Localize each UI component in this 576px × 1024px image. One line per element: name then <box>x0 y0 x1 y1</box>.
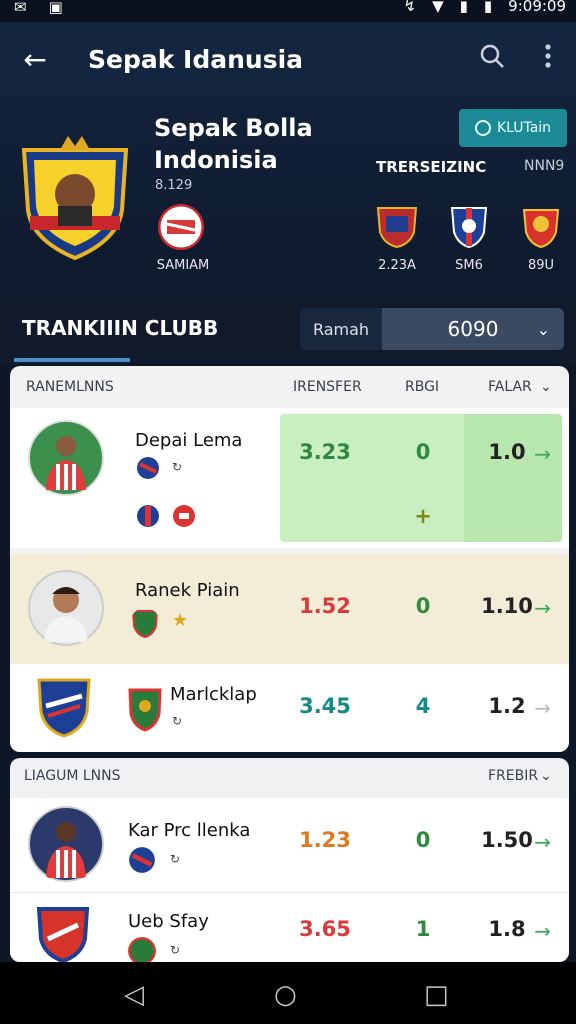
avatar <box>28 570 104 646</box>
club-badge-icon <box>158 204 204 250</box>
rebi-value: 1 <box>415 917 431 941</box>
arrow-right-icon[interactable]: → <box>534 919 551 943</box>
small-icon: ↻ <box>172 714 183 728</box>
status-time: 9:09:09 <box>508 0 566 15</box>
club-badge-icon <box>137 457 159 479</box>
app-screen: ✉ ▣ ↯ ▼ ▮ ▮ 9:09:09 ← Sepak Idanusia Sep… <box>0 0 576 1024</box>
table-row[interactable]: Depai Lema ↻ 3.23 0 1.0 → + <box>10 408 569 548</box>
arrow-right-icon[interactable]: → <box>534 442 551 466</box>
transfer-value: 1.23 <box>299 828 351 852</box>
mail-icon: ✉ <box>14 0 27 16</box>
trend-club-label: SM6 <box>455 258 483 273</box>
trend-club-badge-icon <box>450 207 488 248</box>
club-badge-icon <box>137 505 159 527</box>
player-name: Depai Lema <box>135 430 243 451</box>
nav-home-icon[interactable]: ○ <box>274 980 297 1010</box>
chevron-down-icon: ⌄ <box>536 319 550 339</box>
chevron-down-icon[interactable]: ⌄ <box>540 379 552 395</box>
ranking-card: RANEMLNNS IRENSFER RBGI FALAR ⌄ Depai Le… <box>10 366 569 752</box>
photo-icon: ▣ <box>48 0 63 16</box>
club-badge-icon <box>128 937 156 962</box>
arrow-right-icon[interactable]: → <box>534 596 551 620</box>
left-club-label: SAMIAM <box>156 258 210 273</box>
small-icon: ↻ <box>170 852 181 866</box>
filter-select[interactable]: 6090 ⌄ <box>382 308 564 350</box>
arrow-right-icon[interactable]: → <box>534 830 551 854</box>
table-row[interactable]: Ueb Sfay ↻ 3.65 1 1.8 → <box>10 892 569 962</box>
column-header-falar[interactable]: FALAR <box>488 379 532 395</box>
column-header-rebi[interactable]: RBGI <box>405 379 439 395</box>
trend-club-badge-icon <box>376 207 418 248</box>
league-card: LIAGUM LNNS FREBIR ⌄ Kar Prc llenka ↻ 1.… <box>10 758 569 962</box>
rebi-value: 0 <box>415 440 431 464</box>
club-subtext: 8.129 <box>155 178 193 193</box>
club-crest-icon <box>128 688 162 732</box>
section-header: LIAGUM LNNS <box>24 768 121 784</box>
arrow-right-icon[interactable]: → <box>534 696 551 720</box>
table-header: LIAGUM LNNS FREBIR ⌄ <box>10 758 569 798</box>
player-name: Ueb Sfay <box>128 911 209 932</box>
nav-back-icon[interactable]: ◁ <box>124 980 144 1010</box>
rebi-value: 0 <box>415 594 431 618</box>
table-header: RANEMLNNS IRENSFER RBGI FALAR ⌄ <box>10 366 569 408</box>
transfer-value: 3.23 <box>299 440 351 464</box>
trending-label: TRERSEIZINC <box>376 158 487 176</box>
nav-recents-icon[interactable]: □ <box>424 980 449 1010</box>
trend-club-badge-icon <box>522 209 560 248</box>
row-highlight <box>464 414 562 542</box>
add-indicator[interactable]: + <box>383 504 463 528</box>
trend-club-label: 2.23A <box>378 258 416 273</box>
status-bar: ✉ ▣ ↯ ▼ ▮ ▮ 9:09:09 <box>0 0 576 22</box>
trend-club-label: 89U <box>527 258 555 273</box>
table-row[interactable]: Marlcklap ↻ 3.45 4 1.2 → <box>10 664 569 752</box>
follow-button[interactable]: KLUTain <box>459 109 567 147</box>
rebi-value: 0 <box>415 828 431 852</box>
follow-icon <box>474 120 491 136</box>
battery-icon: ▮ <box>483 0 493 15</box>
club-badge-icon <box>129 847 155 873</box>
app-bar: ← Sepak Idanusia <box>0 22 576 96</box>
tab-trankiiin-clubb[interactable]: TRANKIIIN CLUBB <box>22 316 218 340</box>
club-badge-icon <box>131 610 159 638</box>
back-arrow-icon[interactable]: ← <box>0 43 70 76</box>
club-crest-icon <box>21 136 129 260</box>
filter-label[interactable]: Ramah <box>300 308 382 350</box>
system-nav-bar: ◁ ○ □ <box>0 962 576 1024</box>
more-options-icon[interactable] <box>520 43 576 75</box>
trending-label-secondary: NNN9 <box>524 158 565 174</box>
club-badge-icon <box>173 505 195 527</box>
section-header: RANEMLNNS <box>26 379 114 395</box>
club-crest-icon <box>37 678 91 738</box>
player-name: Kar Prc llenka <box>128 820 251 841</box>
wifi-icon: ▼ <box>432 0 444 15</box>
club-name: Sepak Bolla Indonisia <box>154 114 313 174</box>
rebi-value: 4 <box>415 694 431 718</box>
star-icon: ★ <box>172 610 189 631</box>
transfer-value: 3.45 <box>299 694 351 718</box>
filter-select-value: 6090 <box>447 317 499 341</box>
follow-label: KLUTain <box>496 120 552 136</box>
vibrate-icon: ↯ <box>403 0 417 15</box>
club-hero: Sepak Bolla Indonisia 8.129 SAMIAM KLUTa… <box>0 96 576 294</box>
club-crest-icon <box>36 907 90 962</box>
chevron-down-icon[interactable]: ⌄ <box>540 768 552 784</box>
table-row[interactable]: Ranek Piain ★ 1.52 0 1.10 → <box>10 554 569 664</box>
page-title: Sepak Idanusia <box>88 44 304 74</box>
column-header-frebir[interactable]: FREBIR <box>488 768 538 784</box>
transfer-value: 1.52 <box>299 594 351 618</box>
avatar <box>28 806 104 882</box>
table-row[interactable]: Kar Prc llenka ↻ 1.23 0 1.50 → <box>10 798 569 892</box>
search-icon[interactable] <box>464 43 520 75</box>
player-name: Ranek Piain <box>135 580 240 601</box>
avatar <box>28 420 104 496</box>
tabs-bar: TRANKIIIN CLUBB Ramah 6090 ⌄ <box>0 294 576 364</box>
player-name: Marlcklap <box>170 684 257 705</box>
small-icon: ↻ <box>170 943 181 957</box>
signal-icon: ▮ <box>459 0 468 15</box>
active-tab-indicator <box>14 358 130 362</box>
column-header-transfer[interactable]: IRENSFER <box>293 379 362 395</box>
small-icon: ↻ <box>172 460 183 474</box>
transfer-value: 3.65 <box>299 917 351 941</box>
